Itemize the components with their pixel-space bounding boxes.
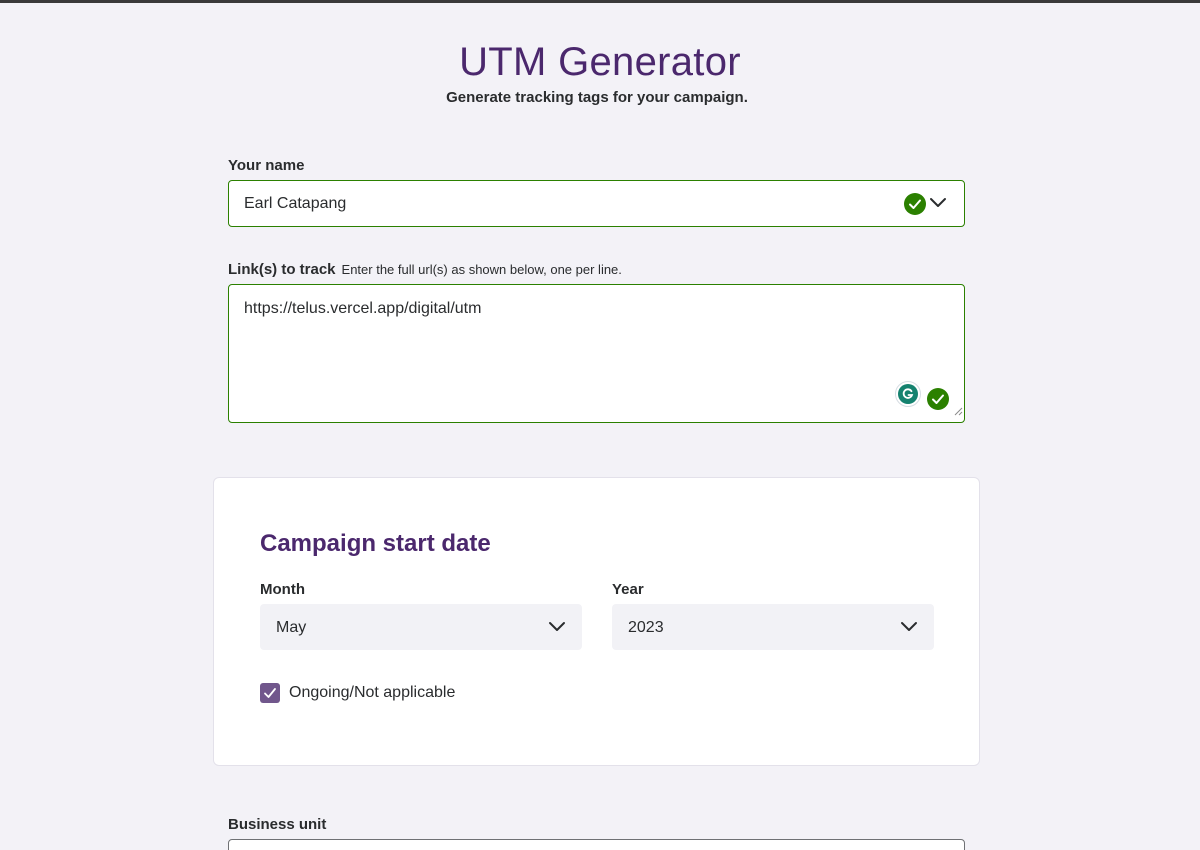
month-value: May xyxy=(276,619,307,636)
your-name-label: Your name xyxy=(228,157,305,174)
links-label: Link(s) to track xyxy=(228,261,336,278)
valid-check-icon xyxy=(927,388,949,410)
checkmark-icon xyxy=(264,688,276,698)
window-top-border xyxy=(0,0,1200,3)
valid-check-icon xyxy=(904,193,926,215)
chevron-down-icon xyxy=(900,620,918,638)
year-select[interactable]: 2023 xyxy=(612,604,934,650)
your-name-field[interactable]: Earl Catapang xyxy=(228,180,965,227)
year-label: Year xyxy=(612,581,644,598)
business-unit-select[interactable] xyxy=(228,839,965,850)
page-title: UTM Generator xyxy=(459,40,741,84)
page-subtitle: Generate tracking tags for your campaign… xyxy=(446,89,748,106)
campaign-start-title: Campaign start date xyxy=(260,530,491,557)
year-value: 2023 xyxy=(628,619,664,636)
utm-generator-page: UTM Generator Generate tracking tags for… xyxy=(0,0,1200,850)
your-name-value[interactable]: Earl Catapang xyxy=(244,195,346,213)
chevron-down-icon[interactable] xyxy=(929,196,947,214)
campaign-start-card: Campaign start date Month May Year 2023 … xyxy=(213,477,980,766)
month-select[interactable]: May xyxy=(260,604,582,650)
links-hint: Enter the full url(s) as shown below, on… xyxy=(341,262,622,277)
links-textarea[interactable]: https://telus.vercel.app/digital/utm xyxy=(228,284,965,423)
ongoing-checkbox[interactable] xyxy=(260,683,280,703)
links-label-row: Link(s) to track Enter the full url(s) as… xyxy=(228,261,622,278)
ongoing-checkbox-label[interactable]: Ongoing/Not applicable xyxy=(289,684,455,702)
business-unit-label: Business unit xyxy=(228,816,327,833)
chevron-down-icon xyxy=(548,620,566,638)
month-label: Month xyxy=(260,581,305,598)
grammarly-icon[interactable] xyxy=(895,381,921,407)
resize-grip-icon[interactable] xyxy=(954,403,963,421)
links-value[interactable]: https://telus.vercel.app/digital/utm xyxy=(244,300,481,318)
